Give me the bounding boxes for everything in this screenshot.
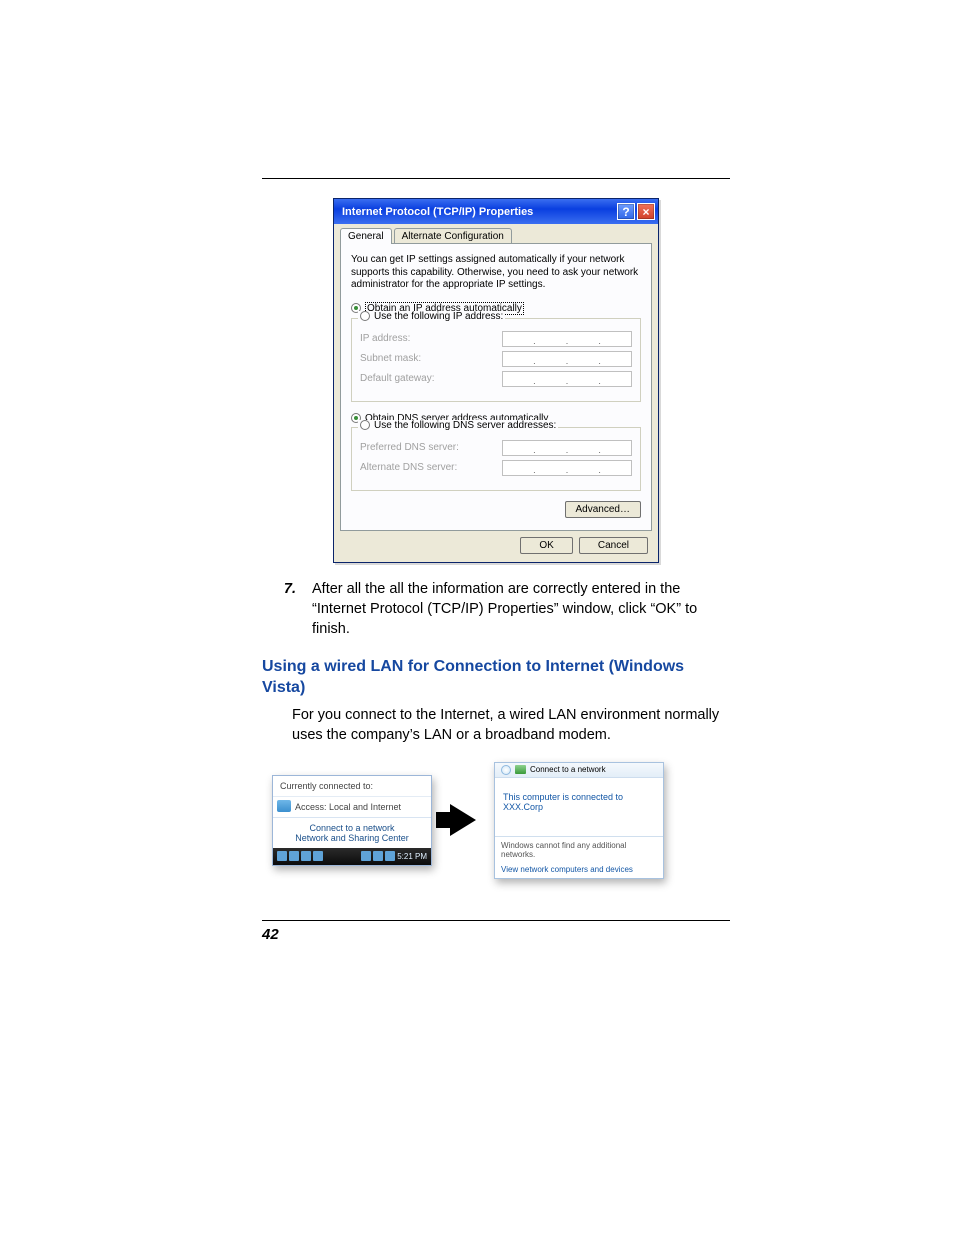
tcpip-properties-dialog: Internet Protocol (TCP/IP) Properties ? … xyxy=(333,198,659,563)
default-gateway-label: Default gateway: xyxy=(360,373,435,384)
tab-alternate-config[interactable]: Alternate Configuration xyxy=(394,228,512,244)
step-row: 7. After all the all the information are… xyxy=(262,579,730,640)
radio-use-following-ip-label: Use the following IP address: xyxy=(374,311,503,322)
vista-connect-dialog: Connect to a network This computer is co… xyxy=(494,762,664,879)
advanced-button[interactable]: Advanced… xyxy=(565,501,641,518)
vista-link-sharing-center[interactable]: Network and Sharing Center xyxy=(280,833,424,843)
footer-rule xyxy=(262,920,730,921)
help-icon[interactable]: ? xyxy=(617,203,635,220)
radio-use-following-dns[interactable] xyxy=(360,420,370,430)
network-globe-icon xyxy=(515,765,526,774)
page-content: Internet Protocol (TCP/IP) Properties ? … xyxy=(262,180,730,879)
preferred-dns-input: ... xyxy=(502,440,632,456)
tray-icon xyxy=(289,851,299,861)
vista-dialog-message: This computer is connected to XXX.Corp xyxy=(495,778,663,836)
step-number: 7. xyxy=(262,579,312,640)
vista-dialog-section: Windows cannot find any additional netwo… xyxy=(495,836,663,863)
vista-screenshots-row: Currently connected to: Access: Local an… xyxy=(272,762,730,879)
tray-icon xyxy=(361,851,371,861)
page-number: 42 xyxy=(262,926,279,943)
tab-general[interactable]: General xyxy=(340,228,392,244)
vista-link-connect[interactable]: Connect to a network xyxy=(280,823,424,833)
tray-icon xyxy=(277,851,287,861)
ip-address-label: IP address: xyxy=(360,333,410,344)
vista-popup-header: Currently connected to: xyxy=(273,776,431,797)
close-icon[interactable]: × xyxy=(637,203,655,220)
tray-icon xyxy=(373,851,383,861)
tray-icon xyxy=(385,851,395,861)
dialog-title: Internet Protocol (TCP/IP) Properties xyxy=(342,206,533,218)
subnet-mask-label: Subnet mask: xyxy=(360,353,421,364)
vista-access-label: Access: Local and Internet xyxy=(295,802,401,812)
default-gateway-input: ... xyxy=(502,371,632,387)
ok-button[interactable]: OK xyxy=(520,537,572,554)
vista-dialog-link[interactable]: View network computers and devices xyxy=(495,863,663,878)
ip-address-input: ... xyxy=(502,331,632,347)
network-icon xyxy=(277,800,291,812)
vista-taskbar: 5:21 PM xyxy=(273,848,431,865)
arrow-icon xyxy=(450,804,476,836)
section-heading: Using a wired LAN for Connection to Inte… xyxy=(262,657,730,699)
section-body: For you connect to the Internet, a wired… xyxy=(292,705,730,746)
dialog-description: You can get IP settings assigned automat… xyxy=(351,254,641,292)
alternate-dns-input: ... xyxy=(502,460,632,476)
back-icon[interactable] xyxy=(501,765,511,775)
alternate-dns-label: Alternate DNS server: xyxy=(360,462,457,473)
dialog-titlebar[interactable]: Internet Protocol (TCP/IP) Properties ? … xyxy=(334,199,658,224)
tray-icon xyxy=(301,851,311,861)
vista-dialog-title: Connect to a network xyxy=(530,765,606,774)
preferred-dns-label: Preferred DNS server: xyxy=(360,442,459,453)
subnet-mask-input: ... xyxy=(502,351,632,367)
cancel-button[interactable]: Cancel xyxy=(579,537,648,554)
taskbar-clock: 5:21 PM xyxy=(397,852,427,861)
radio-use-following-dns-label: Use the following DNS server addresses: xyxy=(374,420,556,431)
header-rule xyxy=(262,178,730,179)
tray-icon xyxy=(313,851,323,861)
vista-network-popup: Currently connected to: Access: Local an… xyxy=(272,775,432,866)
radio-use-following-ip[interactable] xyxy=(360,311,370,321)
step-text: After all the all the information are co… xyxy=(312,579,730,640)
